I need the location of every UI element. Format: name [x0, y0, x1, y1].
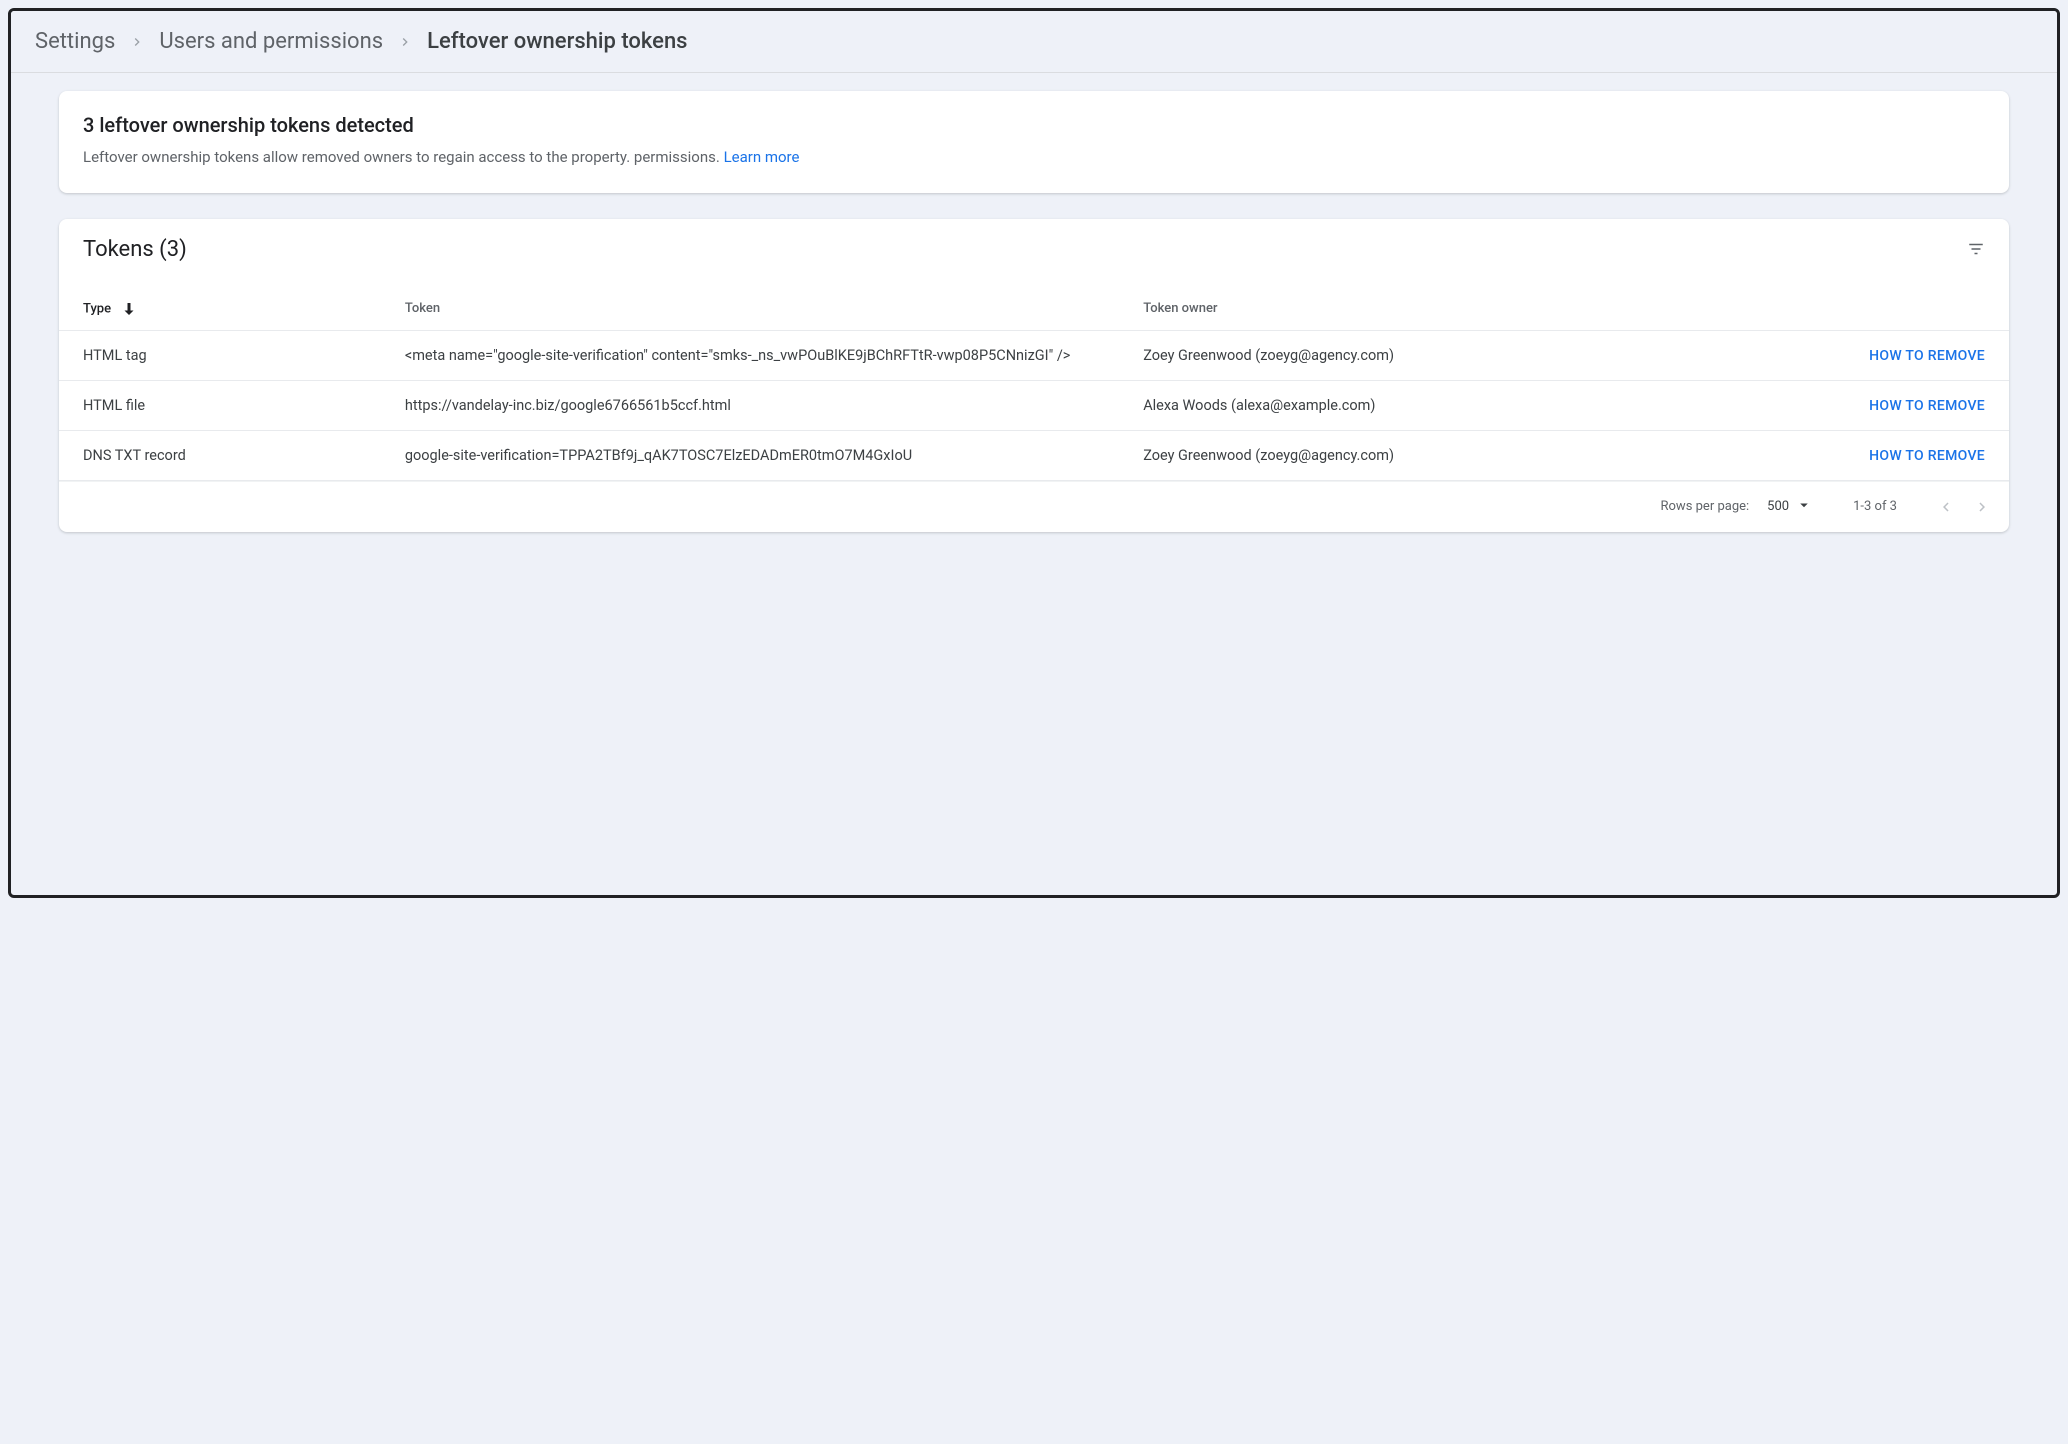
table-row: HTML file https://vandelay-inc.biz/googl… [59, 380, 2009, 430]
pager-prev-button[interactable] [1937, 498, 1955, 516]
cell-owner: Zoey Greenwood (zoeyg@agency.com) [1119, 430, 1687, 480]
cell-owner: Zoey Greenwood (zoeyg@agency.com) [1119, 330, 1687, 380]
cell-owner: Alexa Woods (alexa@example.com) [1119, 380, 1687, 430]
how-to-remove-button[interactable]: HOW TO REMOVE [1869, 398, 1985, 414]
pager-next-button[interactable] [1973, 498, 1991, 516]
pager: Rows per page: 500 1-3 of 3 [59, 481, 2009, 532]
pager-range: 1-3 of 3 [1853, 499, 1897, 514]
cell-type: HTML tag [59, 330, 381, 380]
cell-token: <meta name="google-site-verification" co… [381, 330, 1119, 380]
banner-body-text: Leftover ownership tokens allow removed … [83, 148, 724, 166]
col-header-owner[interactable]: Token owner [1119, 290, 1687, 331]
rows-per-page-value: 500 [1767, 499, 1789, 514]
tokens-heading: Tokens (3) [83, 237, 187, 262]
learn-more-link[interactable]: Learn more [724, 148, 800, 166]
table-row: HTML tag <meta name="google-site-verific… [59, 330, 2009, 380]
breadcrumb-users-permissions[interactable]: Users and permissions [159, 29, 383, 54]
col-header-type[interactable]: Type [59, 290, 381, 331]
table-row: DNS TXT record google-site-verification=… [59, 430, 2009, 480]
breadcrumb-settings[interactable]: Settings [35, 29, 115, 54]
filter-icon[interactable] [1967, 240, 1985, 258]
col-header-token[interactable]: Token [381, 290, 1119, 331]
breadcrumb: Settings Users and permissions Leftover … [35, 29, 2033, 54]
chevron-right-icon [397, 34, 413, 50]
rows-per-page-select[interactable]: 500 [1767, 496, 1813, 518]
banner-card: 3 leftover ownership tokens detected Lef… [59, 91, 2009, 193]
dropdown-icon [1795, 496, 1813, 518]
breadcrumb-current: Leftover ownership tokens [427, 29, 687, 54]
cell-type: DNS TXT record [59, 430, 381, 480]
col-header-type-label: Type [83, 301, 111, 316]
cell-type: HTML file [59, 380, 381, 430]
cell-token: google-site-verification=TPPA2TBf9j_qAK7… [381, 430, 1119, 480]
cell-token: https://vandelay-inc.biz/google6766561b5… [381, 380, 1119, 430]
how-to-remove-button[interactable]: HOW TO REMOVE [1869, 448, 1985, 464]
arrow-down-icon [120, 300, 138, 318]
how-to-remove-button[interactable]: HOW TO REMOVE [1869, 348, 1985, 364]
rows-per-page-label: Rows per page: [1661, 499, 1750, 514]
banner-body: Leftover ownership tokens allow removed … [83, 147, 1985, 169]
chevron-right-icon [129, 34, 145, 50]
tokens-table: Type Token Token owner HTML tag <meta na… [59, 290, 2009, 481]
banner-title: 3 leftover ownership tokens detected [83, 113, 1985, 137]
tokens-card: Tokens (3) Type Token Token [59, 219, 2009, 532]
